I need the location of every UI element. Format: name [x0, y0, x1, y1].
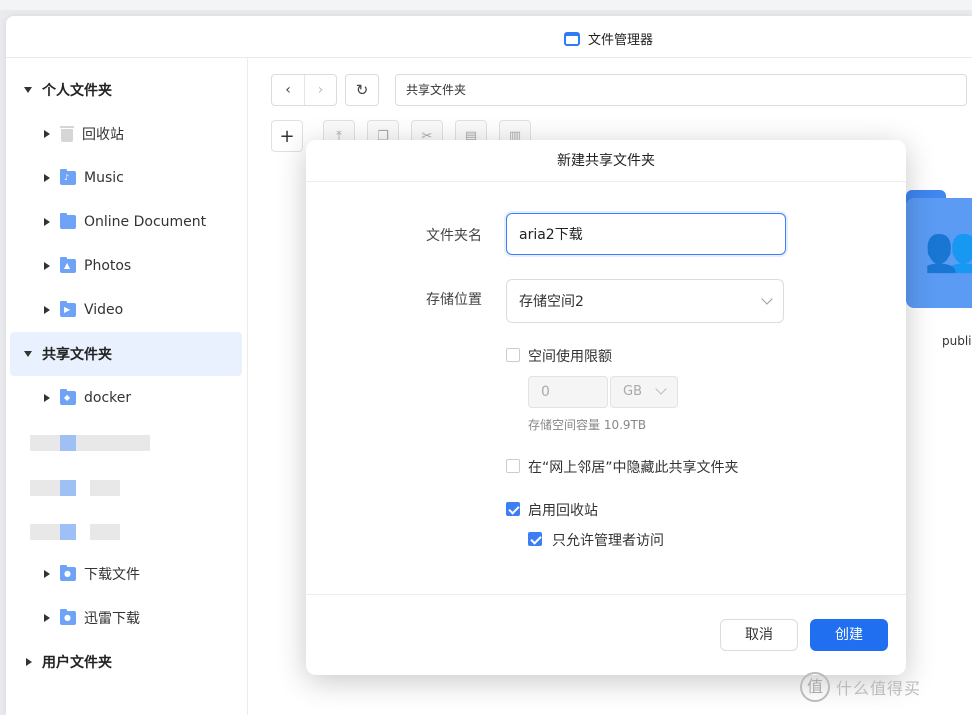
quota-label: 空间使用限额 — [528, 349, 612, 365]
public-folder[interactable]: 👥 — [906, 190, 972, 308]
sidebar-item-recycle-bin[interactable]: 回收站 — [10, 112, 242, 156]
dialog-divider — [306, 594, 906, 595]
back-button[interactable]: ‹ — [272, 75, 304, 105]
caret-right-icon[interactable] — [26, 658, 32, 666]
hide-label: 在“网上邻居”中隐藏此共享文件夹 — [528, 460, 739, 476]
blurred-item — [30, 480, 60, 496]
watermark: 值 什么值得买 — [800, 672, 921, 702]
folder-name-input[interactable] — [506, 213, 786, 255]
dialog-title: 新建共享文件夹 — [306, 140, 906, 182]
recycle-label: 启用回收站 — [528, 503, 598, 519]
sidebar-item-label: Music — [84, 170, 124, 186]
caret-right-icon[interactable] — [44, 130, 50, 138]
new-shared-folder-dialog: 新建共享文件夹 文件夹名 存储位置 存储空间2 空间使用限额 0 GB 存储空间… — [306, 140, 906, 675]
sidebar: 个人文件夹 回收站 ♪ Music Online Document ▲ Phot… — [6, 58, 248, 715]
blurred-item — [60, 524, 76, 540]
sidebar-item-label: Video — [84, 302, 124, 318]
blurred-item — [90, 524, 120, 540]
caret-right-icon[interactable] — [44, 262, 50, 270]
blurred-item — [30, 435, 60, 451]
sidebar-section-personal[interactable]: 个人文件夹 — [10, 68, 242, 112]
shared-folder-icon: ● — [60, 609, 76, 625]
sidebar-item-docker[interactable]: ◆ docker — [10, 376, 242, 420]
sidebar-item-label: 回收站 — [82, 127, 124, 143]
folder-icon — [60, 213, 76, 229]
sidebar-item-label: 下载文件 — [84, 567, 140, 583]
blurred-item — [90, 480, 120, 496]
window-title: 文件管理器 — [588, 33, 654, 48]
users-icon: 👥 — [924, 224, 972, 275]
sidebar-section-label: 用户文件夹 — [42, 655, 112, 671]
caret-right-icon[interactable] — [44, 218, 50, 226]
sidebar-item-label: 迅雷下载 — [84, 611, 140, 627]
sidebar-section-user[interactable]: 用户文件夹 — [10, 640, 242, 684]
sidebar-item-music[interactable]: ♪ Music — [10, 156, 242, 200]
caret-down-icon — [24, 351, 32, 357]
public-folder-label: public — [942, 334, 972, 348]
blurred-item — [60, 435, 76, 451]
blurred-item — [76, 435, 150, 451]
sidebar-item-photos[interactable]: ▲ Photos — [10, 244, 242, 288]
new-button[interactable]: + — [271, 120, 303, 152]
sidebar-item-label: docker — [84, 390, 132, 406]
docker-folder-icon: ◆ — [60, 389, 76, 405]
plus-icon: + — [279, 125, 295, 147]
caret-right-icon[interactable] — [44, 570, 50, 578]
background-strip — [0, 0, 972, 10]
sidebar-item-label: Online Document — [84, 214, 207, 230]
sidebar-section-label: 个人文件夹 — [42, 83, 112, 99]
admin-only-label: 只允许管理者访问 — [552, 533, 664, 549]
chevron-down-icon — [761, 293, 773, 305]
file-manager-app-icon — [564, 31, 580, 46]
location-select[interactable]: 存储空间2 — [506, 279, 784, 323]
sidebar-item-video[interactable]: ▶ Video — [10, 288, 242, 332]
video-folder-icon: ▶ — [60, 301, 76, 317]
music-folder-icon: ♪ — [60, 169, 76, 185]
cancel-button[interactable]: 取消 — [720, 619, 798, 651]
blurred-item — [30, 524, 60, 540]
caret-down-icon — [24, 87, 32, 93]
refresh-icon: ↻ — [355, 81, 369, 99]
refresh-button[interactable]: ↻ — [345, 74, 379, 106]
recycle-checkbox[interactable] — [506, 502, 520, 516]
path-bar[interactable]: 共享文件夹 — [395, 74, 967, 106]
location-label: 存储位置 — [426, 292, 482, 308]
sidebar-section-shared[interactable]: 共享文件夹 — [10, 332, 242, 376]
location-value: 存储空间2 — [519, 294, 584, 310]
sidebar-item-thunder-downloads[interactable]: ● 迅雷下载 — [10, 596, 242, 640]
chevron-down-icon — [655, 383, 667, 395]
sidebar-item-label: Photos — [84, 258, 132, 274]
navigation-buttons: ‹ › — [271, 74, 337, 106]
sidebar-item-downloads[interactable]: ● 下载文件 — [10, 552, 242, 596]
watermark-logo: 值 — [800, 672, 830, 702]
forward-button[interactable]: › — [304, 75, 336, 105]
capacity-text: 存储空间容量 10.9TB — [528, 418, 647, 432]
caret-right-icon[interactable] — [44, 174, 50, 182]
photos-folder-icon: ▲ — [60, 257, 76, 273]
quota-unit-select[interactable]: GB — [610, 376, 678, 408]
sidebar-item-online-document[interactable]: Online Document — [10, 200, 242, 244]
trash-icon — [60, 126, 74, 142]
caret-right-icon[interactable] — [44, 614, 50, 622]
quota-input[interactable]: 0 — [528, 376, 608, 408]
create-button[interactable]: 创建 — [810, 619, 888, 651]
caret-right-icon[interactable] — [44, 394, 50, 402]
sidebar-section-label: 共享文件夹 — [42, 347, 112, 363]
folder-name-label: 文件夹名 — [426, 228, 482, 244]
hide-checkbox[interactable] — [506, 459, 520, 473]
blurred-item — [60, 480, 76, 496]
quota-checkbox[interactable] — [506, 348, 520, 362]
watermark-text: 什么值得买 — [836, 679, 922, 698]
admin-only-checkbox[interactable] — [528, 532, 542, 546]
shared-folder-icon: ● — [60, 565, 76, 581]
quota-unit-value: GB — [623, 384, 642, 399]
title-bar: 文件管理器 — [6, 16, 972, 58]
caret-right-icon[interactable] — [44, 306, 50, 314]
